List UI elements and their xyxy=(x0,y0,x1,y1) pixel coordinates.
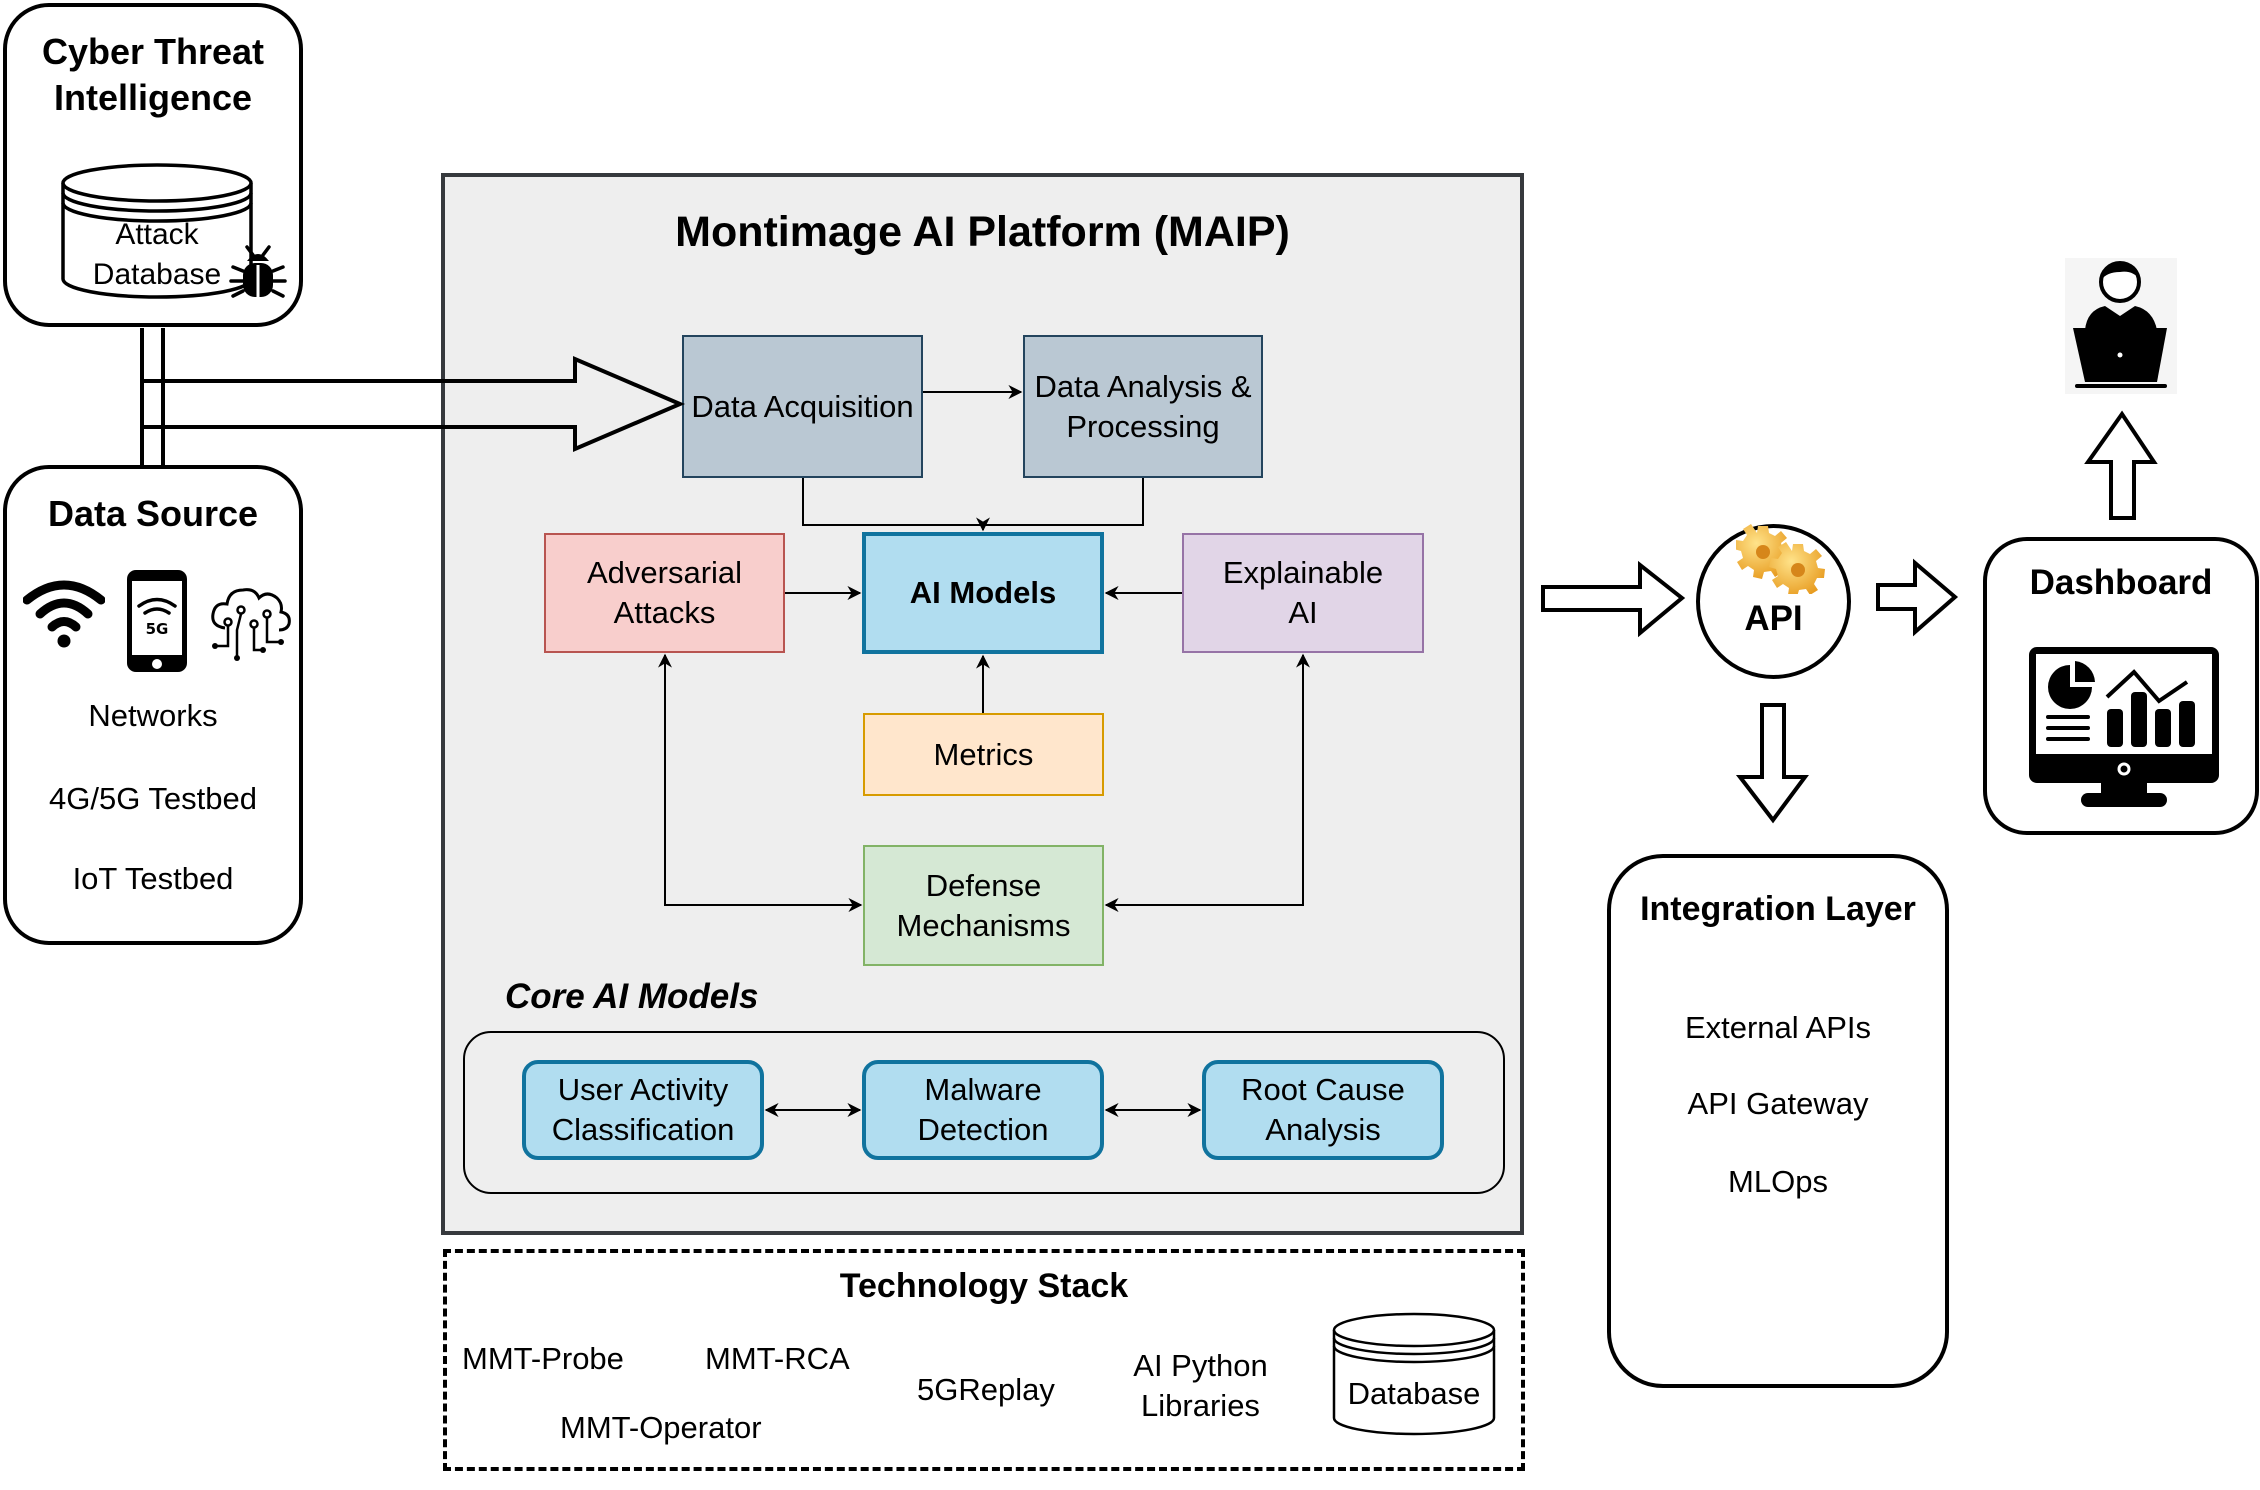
5g-badge: 5G xyxy=(146,620,169,638)
cti-title-line1: Cyber Threat xyxy=(41,31,265,72)
api-to-integration-arrow xyxy=(1735,703,1809,824)
ai-models-label: AI Models xyxy=(909,575,1057,610)
data-source-panel: Data Source 5G Networks 4G/5G Testbed Io… xyxy=(3,465,303,945)
tech-item-mmt-operator: MMT-Operator xyxy=(560,1410,762,1445)
data-acquisition-label: Data Acquisition xyxy=(691,388,914,424)
bug-icon xyxy=(229,245,287,298)
core-model-root-cause[interactable]: Root Cause Analysis xyxy=(1202,1060,1444,1160)
data-analysis-label: Data Analysis & Processing xyxy=(1034,368,1252,444)
adversarial-attacks-node[interactable]: Adversarial Attacks xyxy=(544,533,785,653)
dashboard-panel[interactable]: Dashboard xyxy=(1983,537,2259,835)
data-source-item: 4G/5G Testbed xyxy=(49,781,257,816)
defense-mechanisms-node[interactable]: Defense Mechanisms xyxy=(863,845,1104,966)
data-analysis-node[interactable]: Data Analysis & Processing xyxy=(1023,335,1263,478)
technology-stack-title: Technology Stack xyxy=(839,1267,1129,1305)
5g-phone-icon: 5G xyxy=(127,570,187,672)
data-source-title: Data Source xyxy=(47,493,259,534)
tech-item-5greplay: 5GReplay xyxy=(917,1372,1055,1407)
tech-item-database: Database xyxy=(1347,1376,1481,1411)
dashboard-to-user-arrow xyxy=(2084,410,2158,520)
core-model-label: Malware Detection xyxy=(917,1072,1049,1147)
integration-item: API Gateway xyxy=(1687,1086,1869,1121)
integration-layer-title: Integration Layer xyxy=(1640,890,1916,928)
ai-models-node[interactable]: AI Models xyxy=(862,532,1104,654)
attack-database-line2: Database xyxy=(92,258,222,291)
monitor-analytics-icon xyxy=(2029,647,2219,807)
core-model-label: User Activity Classification xyxy=(551,1072,735,1147)
tech-item-ai-python: AI Python Libraries xyxy=(1133,1348,1268,1423)
explainable-ai-node[interactable]: Explainable AI xyxy=(1182,533,1424,653)
api-label: API xyxy=(1744,599,1803,638)
maip-to-api-arrow xyxy=(1541,560,1686,638)
integration-item: External APIs xyxy=(1684,1010,1872,1045)
dashboard-title: Dashboard xyxy=(2029,563,2213,602)
gears-icon xyxy=(1736,524,1825,594)
adversarial-attacks-label: Adversarial Attacks xyxy=(586,555,743,630)
iot-cloud-icon xyxy=(211,588,291,661)
defense-mechanisms-label: Defense Mechanisms xyxy=(896,867,1071,943)
integration-item: MLOps xyxy=(1728,1164,1828,1199)
maip-title: Montimage AI Platform (MAIP) xyxy=(675,208,1290,256)
metrics-label: Metrics xyxy=(933,736,1034,772)
data-acquisition-node[interactable]: Data Acquisition xyxy=(682,335,923,478)
tech-item-mmt-rca: MMT-RCA xyxy=(705,1341,850,1376)
metrics-node[interactable]: Metrics xyxy=(863,713,1104,796)
attack-database-label: Attack Database xyxy=(59,215,255,295)
api-to-dashboard-arrow xyxy=(1876,558,1959,637)
attack-database-line1: Attack xyxy=(115,218,199,251)
cti-panel: Cyber Threat Intelligence Attack Databas… xyxy=(3,3,303,327)
explainable-ai-label: Explainable AI xyxy=(1222,555,1384,630)
core-ai-models-title: Core AI Models xyxy=(505,977,759,1016)
cti-title-line2: Intelligence xyxy=(53,77,253,118)
wifi-icon xyxy=(23,580,105,648)
user-laptop-icon xyxy=(2065,258,2177,394)
tech-item-mmt-probe: MMT-Probe xyxy=(462,1341,624,1376)
cti-title: Cyber Threat Intelligence xyxy=(7,29,299,121)
core-model-user-activity[interactable]: User Activity Classification xyxy=(522,1060,764,1160)
core-model-label: Root Cause Analysis xyxy=(1241,1072,1405,1147)
data-source-item: Networks xyxy=(88,698,218,733)
integration-layer-panel: Integration Layer External APIs API Gate… xyxy=(1607,854,1949,1388)
core-model-malware-detection[interactable]: Malware Detection xyxy=(862,1060,1104,1160)
data-source-item: IoT Testbed xyxy=(72,861,234,896)
